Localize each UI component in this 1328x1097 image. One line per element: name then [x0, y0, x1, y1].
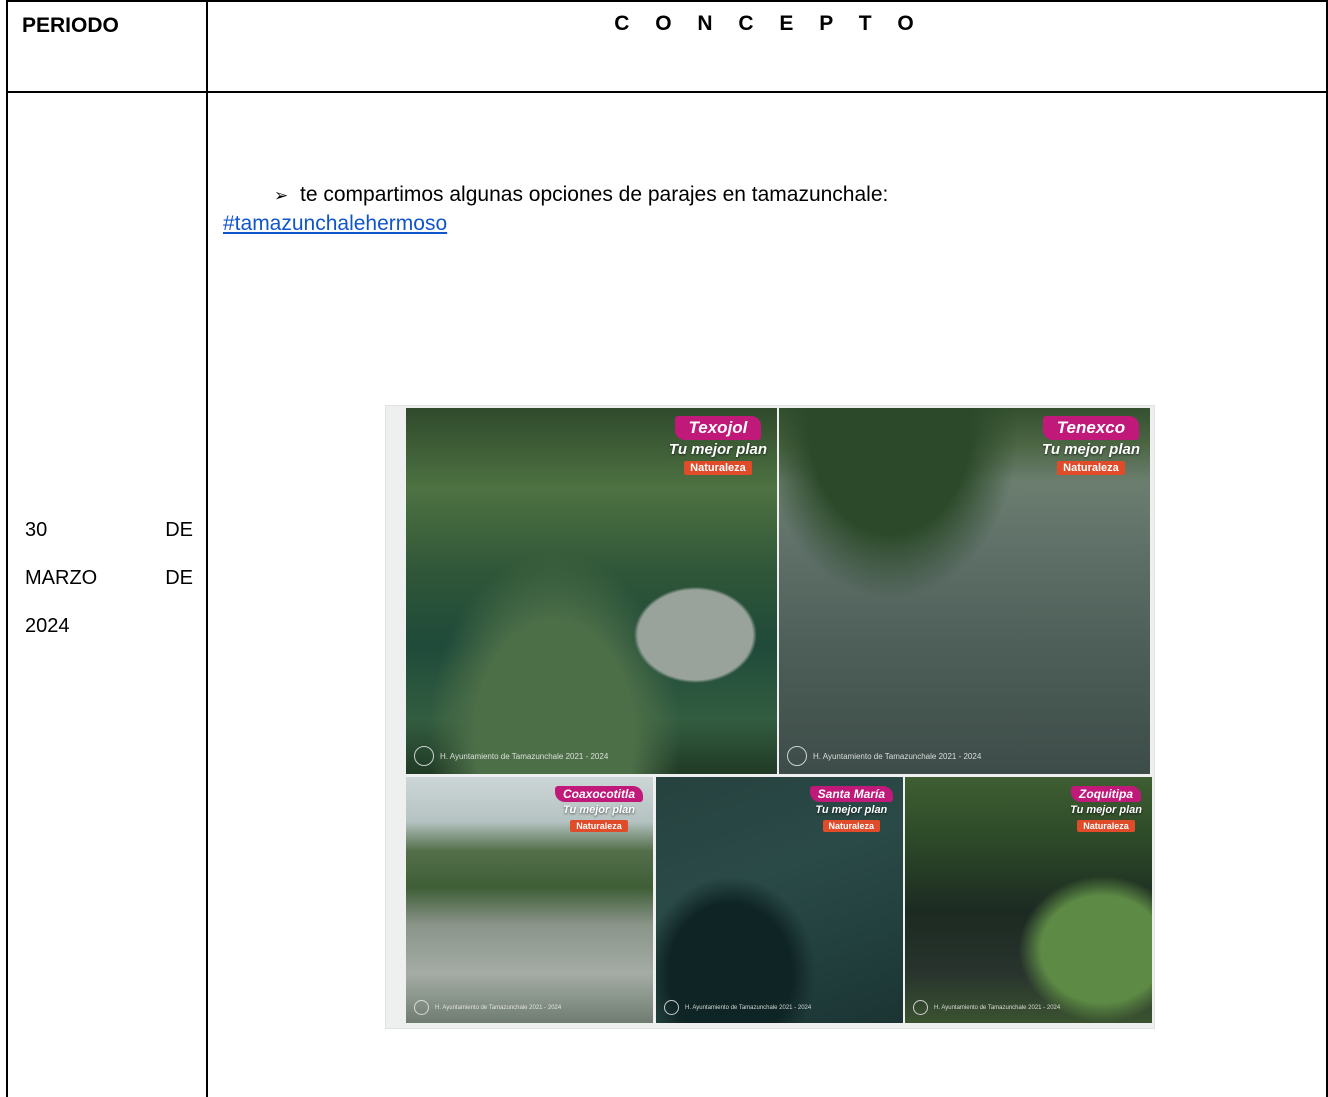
nature-badge: Naturaleza — [1077, 820, 1135, 832]
border-left — [6, 0, 8, 1097]
photo-title-tag: Santa María Tu mejor plan Naturaleza — [809, 785, 893, 834]
bullet-text: te compartimos algunas opciones de paraj… — [300, 183, 889, 206]
bullet-item: ➢ te compartimos algunas opciones de para… — [274, 183, 888, 207]
photo-title-tag: Texojol Tu mejor plan Naturaleza — [669, 416, 767, 476]
plan-text: Tu mejor plan — [815, 804, 888, 816]
place-name: Tenexco — [1042, 416, 1140, 440]
photo-footer: H. Ayuntamiento de Tamazunchale 2021 - 2… — [664, 1000, 811, 1015]
photo-texojol: Texojol Tu mejor plan Naturaleza H. Ayun… — [406, 408, 777, 774]
municipal-seal-icon — [664, 1000, 679, 1015]
photo-tenexco: Tenexco Tu mejor plan Naturaleza H. Ayun… — [779, 408, 1150, 774]
nature-badge: Naturaleza — [822, 820, 881, 832]
plan-text: Tu mejor plan — [1070, 804, 1142, 816]
border-top — [6, 0, 1328, 2]
photo-santa-maria: Santa María Tu mejor plan Naturaleza H. … — [656, 777, 903, 1023]
arrow-bullet-icon: ➢ — [274, 186, 289, 205]
date-row: MARZO DE — [25, 567, 193, 589]
photo-title-tag: Tenexco Tu mejor plan Naturaleza — [1042, 416, 1140, 476]
nature-badge: Naturaleza — [684, 461, 752, 475]
plan-text: Tu mejor plan — [668, 441, 767, 458]
municipal-seal-icon — [414, 1000, 429, 1015]
photo-footer: H. Ayuntamiento de Tamazunchale 2021 - 2… — [913, 1000, 1060, 1015]
nature-badge: Naturaleza — [1057, 461, 1125, 475]
plan-text: Tu mejor plan — [1041, 441, 1140, 458]
date-row: 2024 — [25, 615, 70, 637]
municipal-seal-icon — [414, 746, 434, 766]
photo-coaxocotitla: Coaxocotitla Tu mejor plan Naturaleza H.… — [406, 777, 653, 1023]
hashtag-link[interactable]: #tamazunchalehermoso — [223, 212, 447, 236]
place-name: Coaxocotitla — [554, 786, 643, 802]
plan-text: Tu mejor plan — [563, 804, 635, 816]
date-row: 30 DE — [25, 519, 193, 541]
municipal-seal-icon — [787, 746, 807, 766]
photo-title-tag: Coaxocotitla Tu mejor plan Naturaleza — [554, 785, 643, 834]
municipal-seal-icon — [913, 1000, 928, 1015]
photo-collage: Texojol Tu mejor plan Naturaleza H. Ayun… — [385, 405, 1155, 1029]
photo-footer: H. Ayuntamiento de Tamazunchale 2021 - 2… — [787, 746, 981, 766]
column-divider — [206, 0, 208, 1097]
period-date: 30 DE MARZO DE 2024 — [25, 506, 193, 650]
header-concepto: C O N C E P T O — [614, 12, 924, 35]
photo-zoquitipa: Zoquitipa Tu mejor plan Naturaleza H. Ay… — [905, 777, 1152, 1023]
header-divider — [6, 91, 1328, 93]
place-name: Texojol — [674, 416, 762, 440]
place-name: Santa María — [809, 786, 893, 802]
nature-badge: Naturaleza — [570, 820, 628, 832]
place-name: Zoquitipa — [1071, 786, 1142, 802]
photo-footer: H. Ayuntamiento de Tamazunchale 2021 - 2… — [414, 746, 608, 766]
photo-title-tag: Zoquitipa Tu mejor plan Naturaleza — [1070, 785, 1142, 834]
photo-footer: H. Ayuntamiento de Tamazunchale 2021 - 2… — [414, 1000, 561, 1015]
